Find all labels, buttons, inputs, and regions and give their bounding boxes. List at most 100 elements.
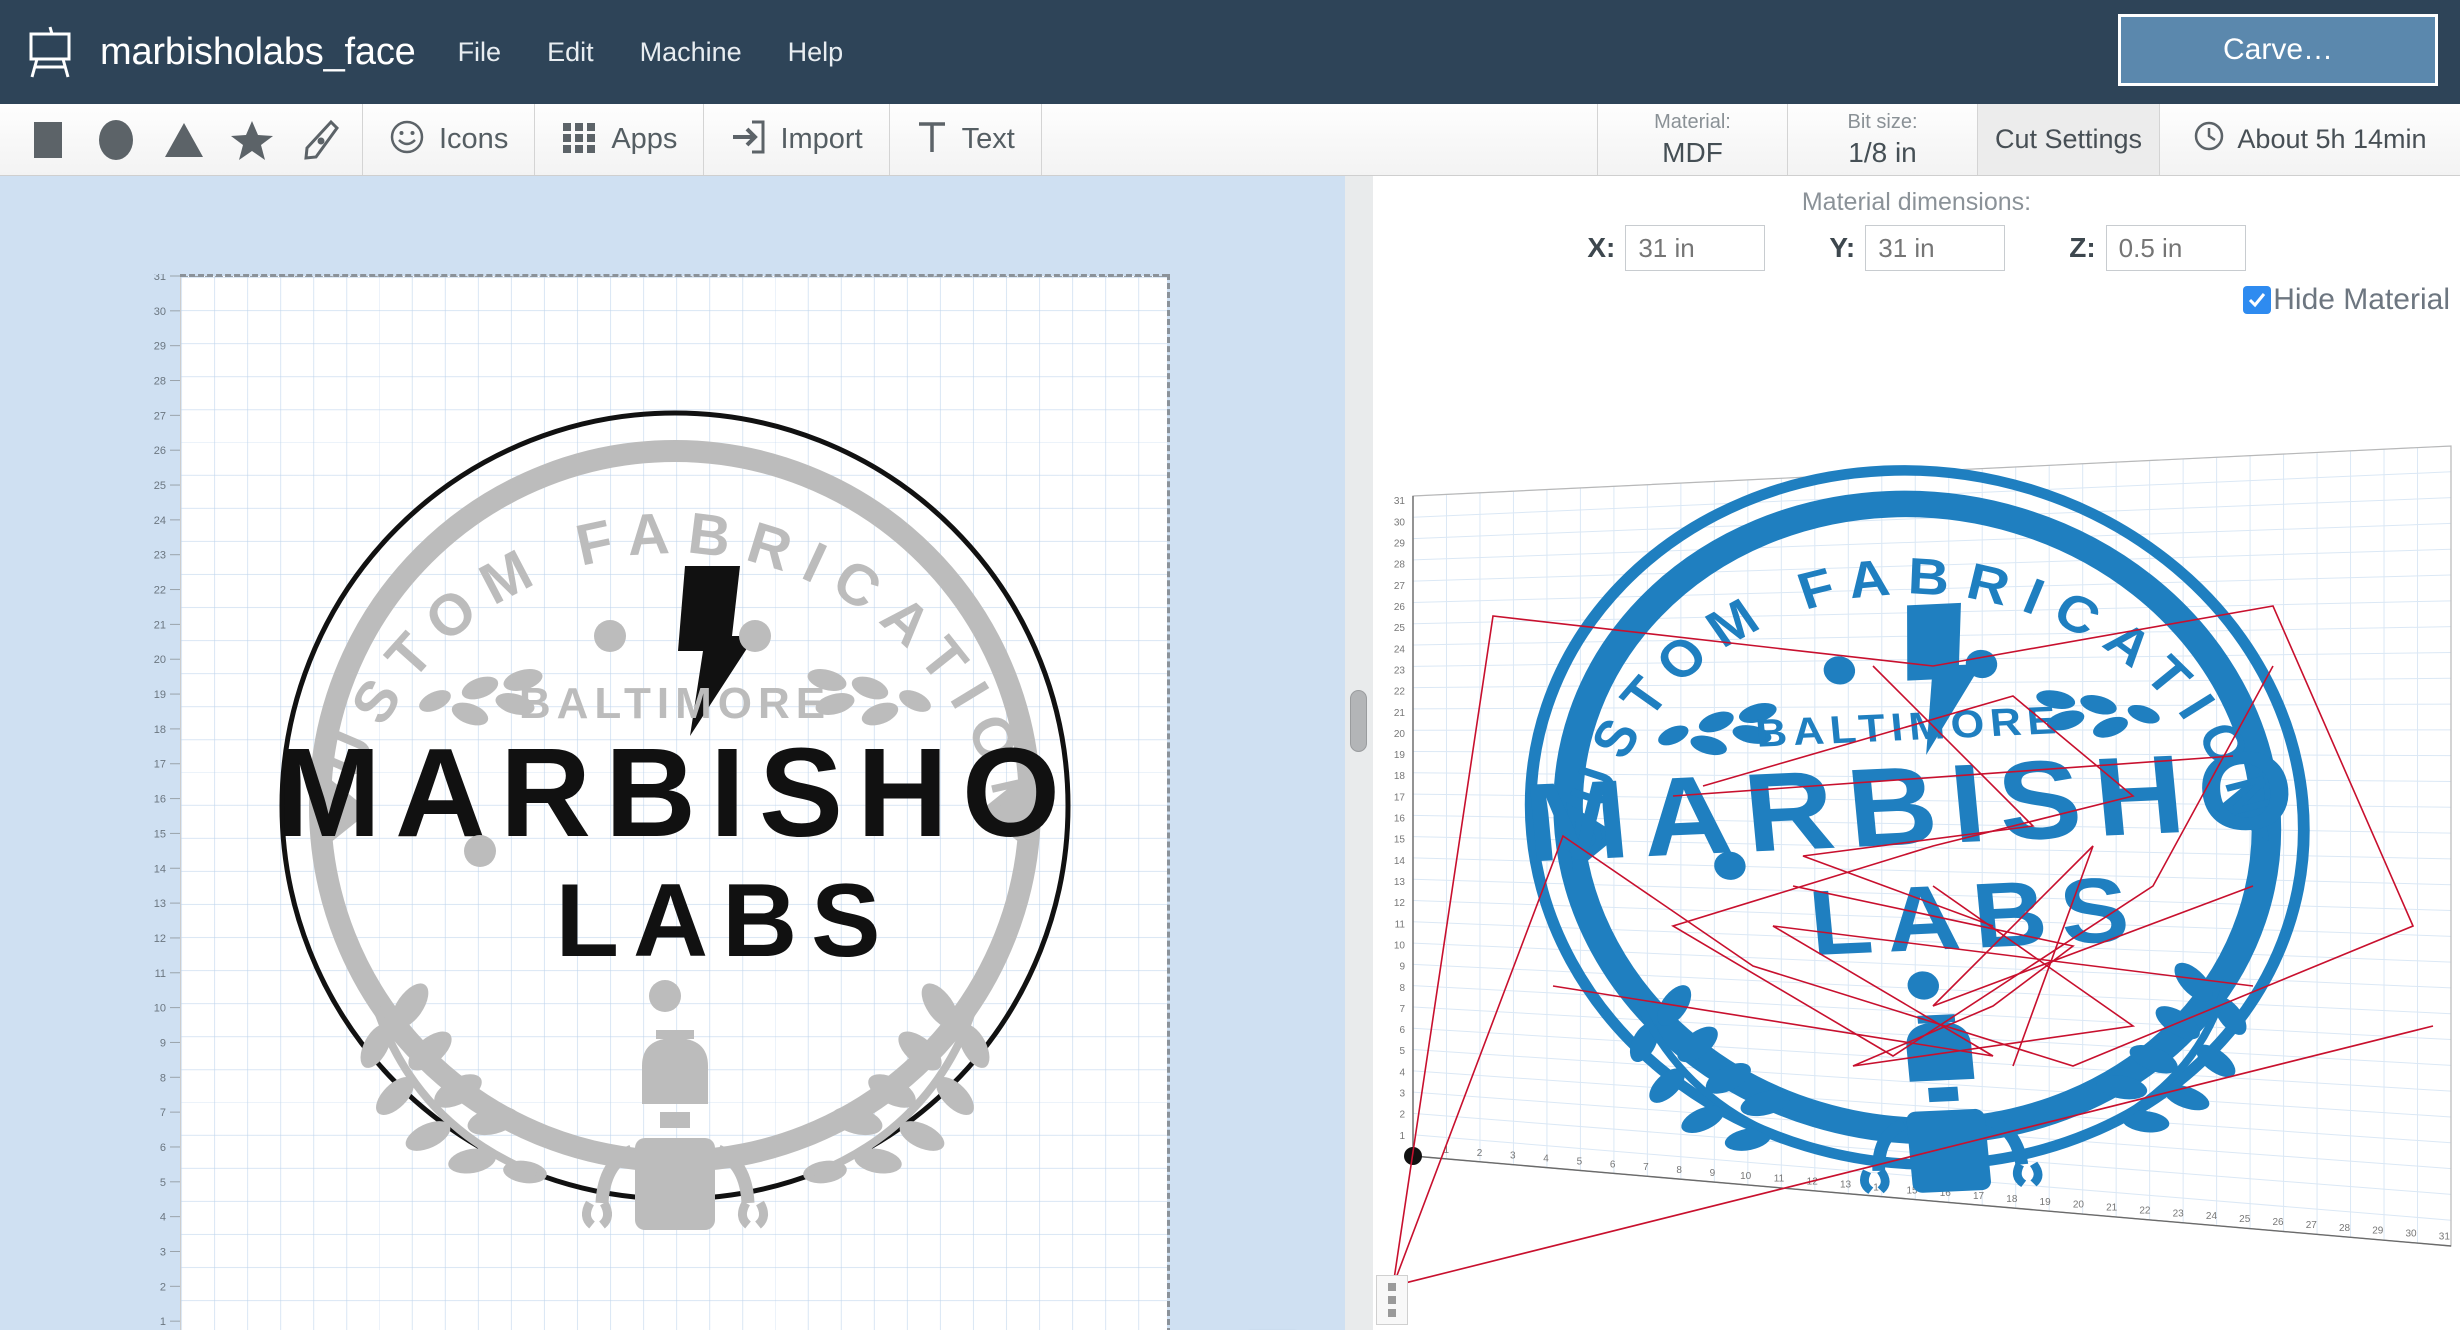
- svg-text:30: 30: [1394, 517, 1406, 528]
- square-shape-icon[interactable]: [14, 104, 82, 175]
- z-dimension-input[interactable]: [2105, 225, 2246, 271]
- shape-tools-group: [0, 104, 363, 175]
- design-city-text: BALTIMORE: [519, 679, 831, 728]
- preview-pane[interactable]: Material dimensions: X: Y: Z: Hide Mater…: [1373, 176, 2460, 1330]
- svg-text:6: 6: [160, 1142, 166, 1154]
- svg-text:20: 20: [2073, 1200, 2085, 1211]
- icons-label: Icons: [439, 123, 509, 155]
- svg-text:24: 24: [2206, 1211, 2218, 1222]
- svg-text:23: 23: [154, 550, 166, 562]
- apps-button[interactable]: Apps: [535, 104, 705, 175]
- panel-divider[interactable]: [1345, 176, 1373, 1330]
- svg-text:26: 26: [2272, 1217, 2284, 1228]
- svg-text:4: 4: [160, 1212, 166, 1224]
- svg-text:2: 2: [1399, 1110, 1405, 1121]
- star-shape-icon[interactable]: [218, 104, 286, 175]
- app-header: marbisholabs_face File Edit Machine Help…: [0, 0, 2460, 104]
- svg-text:27: 27: [1394, 581, 1406, 592]
- dot-mid-left-icon: [464, 835, 496, 867]
- smiley-icon: [389, 119, 425, 160]
- svg-text:29: 29: [2372, 1226, 2384, 1237]
- svg-text:3: 3: [1510, 1151, 1516, 1162]
- icons-button[interactable]: Icons: [363, 104, 536, 175]
- svg-text:3: 3: [160, 1246, 166, 1258]
- hide-material-label: Hide Material: [2273, 283, 2450, 316]
- svg-text:3: 3: [1399, 1089, 1405, 1100]
- x-dimension-input[interactable]: [1625, 225, 1766, 271]
- import-label: Import: [780, 123, 863, 155]
- work-area-top-border: [180, 274, 1168, 277]
- svg-text:10: 10: [154, 1003, 166, 1015]
- easel-easel-icon[interactable]: [22, 24, 78, 80]
- svg-text:11: 11: [1774, 1174, 1785, 1185]
- svg-text:1: 1: [160, 1316, 166, 1328]
- page-title: marbisholabs_face: [100, 30, 416, 73]
- svg-text:7: 7: [1643, 1162, 1649, 1173]
- grid-apps-icon: [561, 119, 597, 160]
- svg-text:19: 19: [154, 689, 166, 701]
- svg-text:15: 15: [154, 828, 166, 840]
- svg-text:21: 21: [2106, 1203, 2118, 1214]
- svg-text:12: 12: [154, 933, 166, 945]
- svg-text:12: 12: [1394, 898, 1406, 909]
- svg-text:2: 2: [1477, 1148, 1483, 1159]
- svg-text:17: 17: [1973, 1191, 1985, 1202]
- svg-text:26: 26: [154, 445, 166, 457]
- svg-text:19: 19: [1394, 750, 1406, 761]
- svg-text:26: 26: [1394, 602, 1406, 613]
- svg-text:28: 28: [1394, 560, 1406, 571]
- toolpath-3d-preview[interactable]: 1 2 3 4 5 6 7 8 9 10 11 12 13 14 15 16 17 18 19 20 21 22 23 24 2…: [1373, 366, 2460, 1330]
- design-canvas-pane[interactable]: 31 30 29 28 27 26 25 24 23 22 21 20 19 18 17 16 15 14 13 12…: [0, 176, 1345, 1330]
- design-main-text: MARBISHO: [276, 722, 1074, 863]
- svg-text:29: 29: [1394, 539, 1406, 550]
- svg-text:21: 21: [1394, 708, 1406, 719]
- svg-text:18: 18: [154, 724, 166, 736]
- dot-left-icon: [594, 620, 626, 652]
- import-button[interactable]: Import: [704, 104, 890, 175]
- svg-text:30: 30: [2406, 1229, 2418, 1240]
- svg-text:11: 11: [155, 968, 166, 980]
- svg-text:17: 17: [1394, 792, 1406, 803]
- menu-item-machine[interactable]: Machine: [640, 37, 742, 68]
- menu-item-edit[interactable]: Edit: [547, 37, 594, 68]
- material-selector[interactable]: Material: MDF: [1598, 104, 1788, 175]
- apps-label: Apps: [611, 123, 678, 155]
- svg-text:13: 13: [1840, 1180, 1852, 1191]
- svg-text:31: 31: [1394, 496, 1406, 507]
- pen-tool-icon[interactable]: [286, 104, 354, 175]
- carve-time-estimate[interactable]: About 5h 14min: [2160, 104, 2460, 175]
- bitsize-value: 1/8 in: [1848, 136, 1917, 168]
- svg-text:6: 6: [1399, 1025, 1405, 1036]
- design-artwork[interactable]: CUSTOM FABRICATION BALTIMORE MARBISHO LA…: [180, 306, 1170, 1330]
- carve-button[interactable]: Carve…: [2118, 14, 2438, 86]
- y-label: Y:: [1829, 232, 1856, 263]
- toolpath-artwork: CUSTOM FABRICATION BALTIMORE MARBISHO LA…: [1519, 465, 2313, 1194]
- y-dimension-input[interactable]: [1865, 225, 2006, 271]
- svg-text:7: 7: [1399, 1004, 1405, 1015]
- text-label: Text: [961, 123, 1015, 155]
- main-toolbar: Icons Apps Import Text Material: MDF Bit…: [0, 104, 2460, 176]
- panel-drag-handle[interactable]: [1376, 1275, 1408, 1325]
- svg-text:20: 20: [1394, 729, 1406, 740]
- svg-text:27: 27: [2306, 1220, 2318, 1231]
- svg-text:5: 5: [1399, 1046, 1405, 1057]
- text-button[interactable]: Text: [890, 104, 1042, 175]
- svg-text:31: 31: [154, 274, 166, 283]
- menu-item-help[interactable]: Help: [788, 37, 844, 68]
- cut-settings-button[interactable]: Cut Settings: [1978, 104, 2160, 175]
- svg-text:9: 9: [1710, 1168, 1716, 1179]
- svg-text:6: 6: [1610, 1159, 1616, 1170]
- material-dimensions-panel: Material dimensions: X: Y: Z: Hide Mater…: [1373, 176, 2460, 317]
- hide-material-checkbox[interactable]: [2243, 286, 2272, 314]
- triangle-shape-icon[interactable]: [150, 104, 218, 175]
- svg-text:28: 28: [2339, 1223, 2351, 1234]
- menu-item-file[interactable]: File: [458, 37, 502, 68]
- svg-text:31: 31: [2439, 1231, 2451, 1242]
- svg-text:22: 22: [1394, 687, 1406, 698]
- circle-shape-icon[interactable]: [82, 104, 150, 175]
- svg-text:8: 8: [1676, 1165, 1682, 1176]
- panel-divider-grip[interactable]: [1350, 690, 1367, 752]
- svg-text:23: 23: [2173, 1208, 2185, 1219]
- svg-text:14: 14: [1394, 856, 1406, 867]
- bitsize-selector[interactable]: Bit size: 1/8 in: [1788, 104, 1978, 175]
